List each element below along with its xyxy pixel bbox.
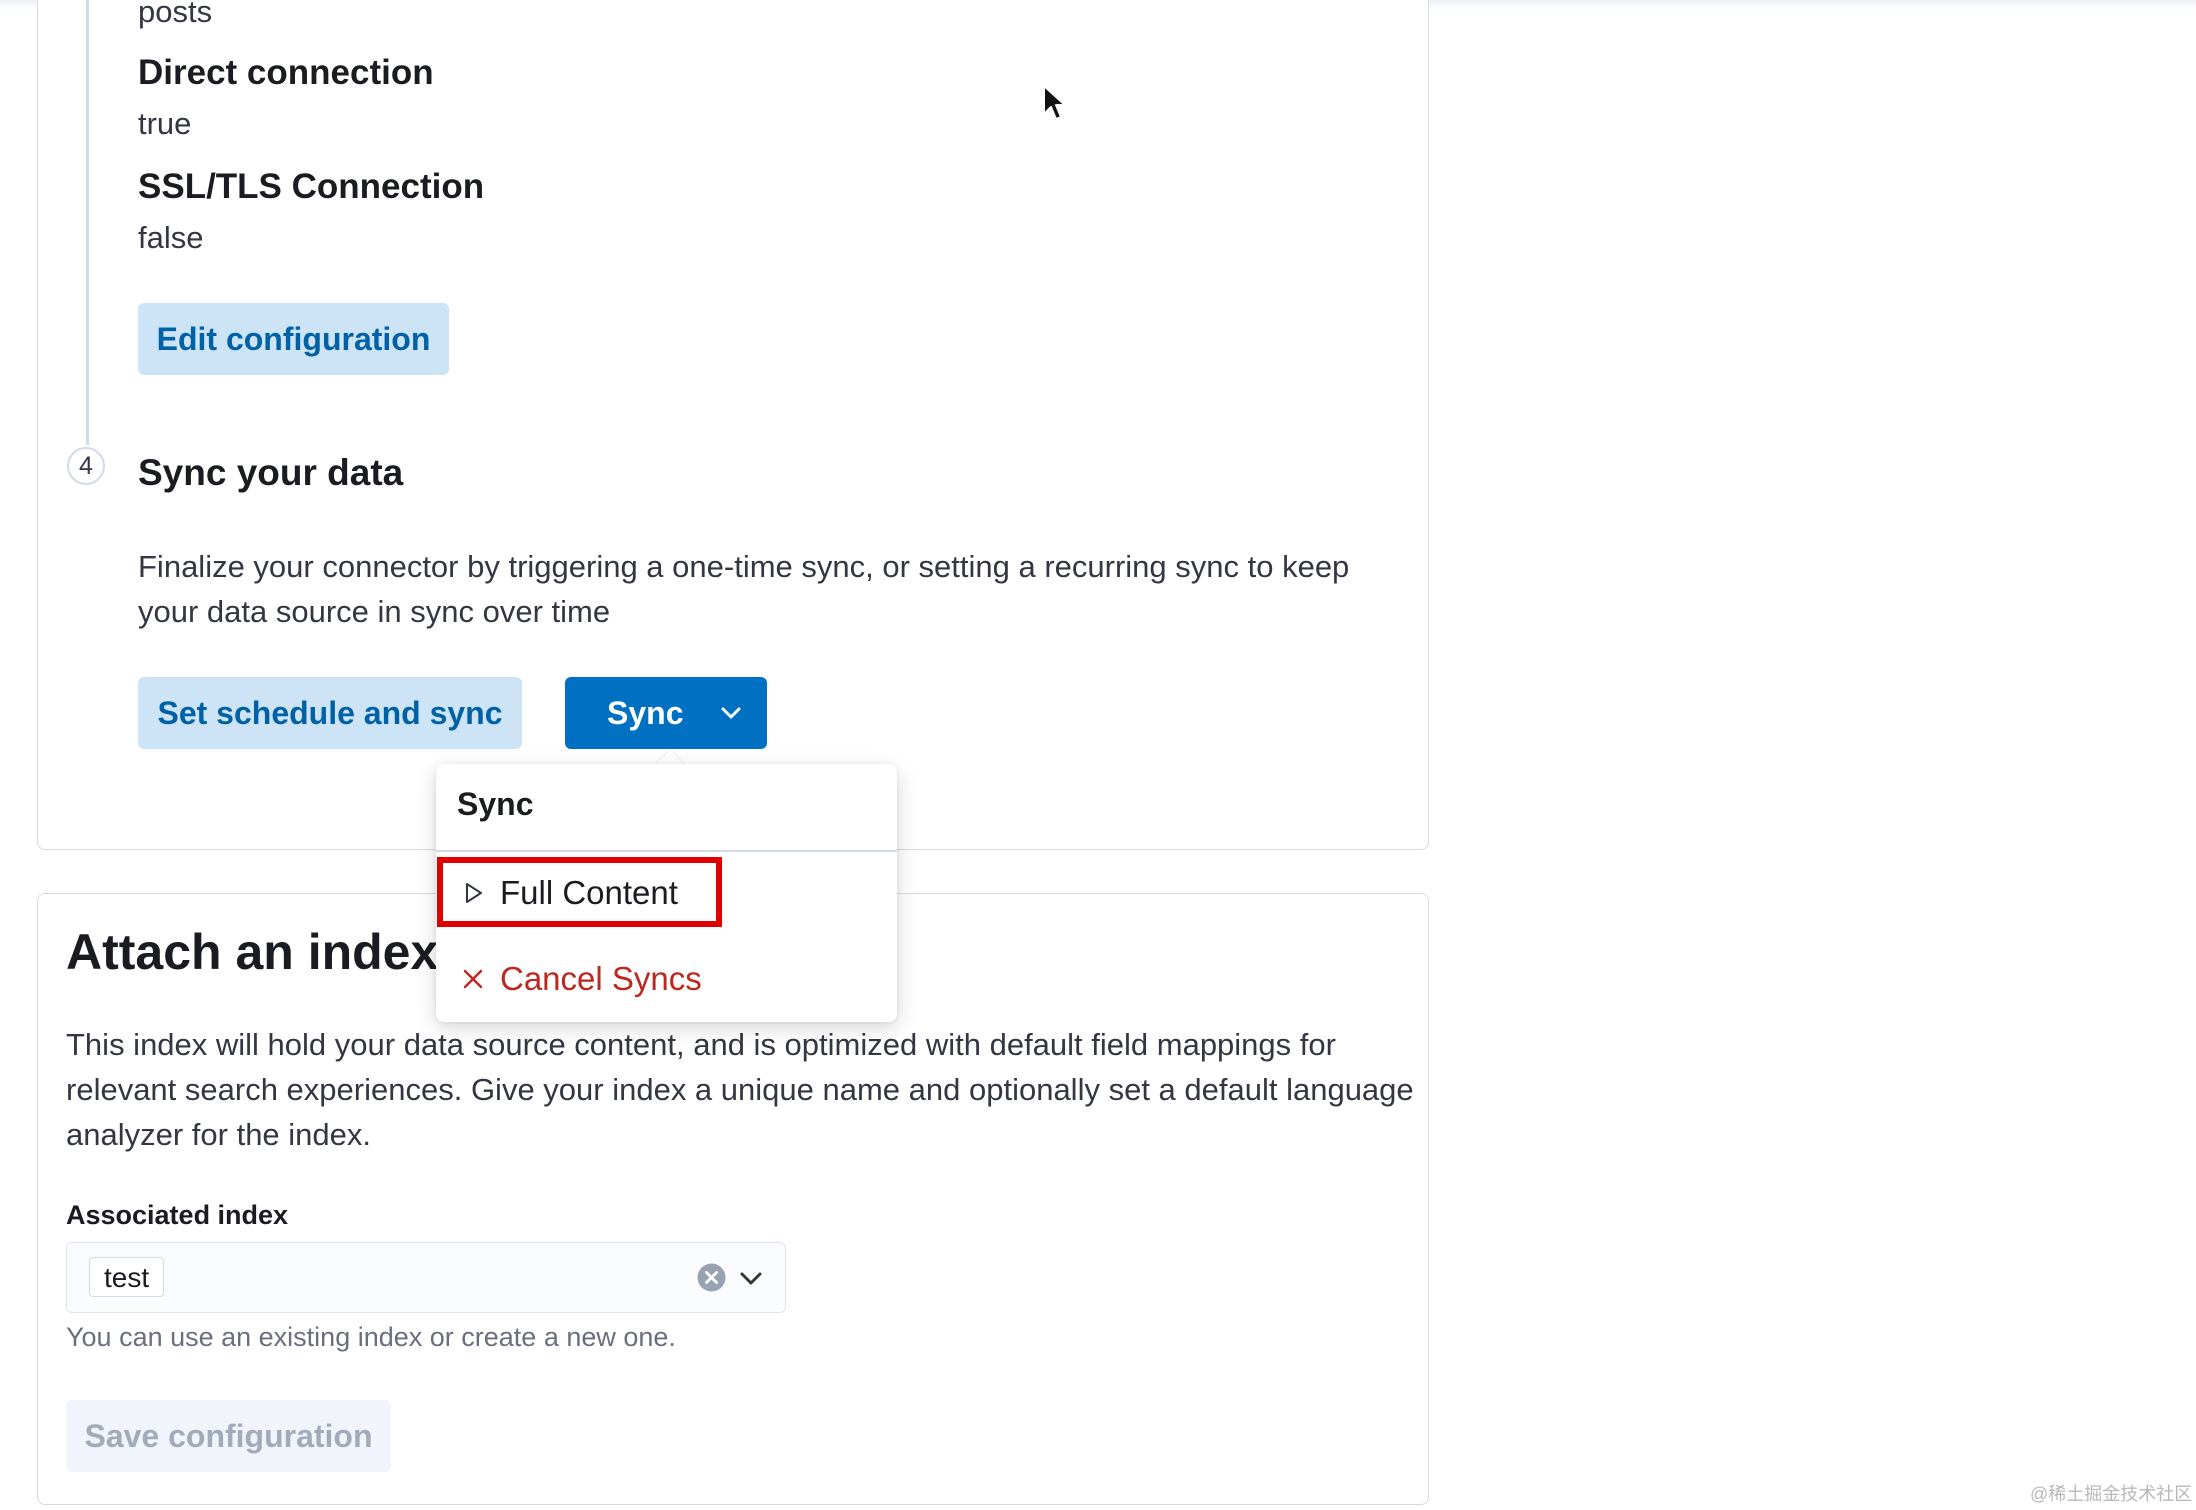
selected-index-pill: test — [89, 1257, 165, 1297]
chevron-down-icon[interactable] — [737, 1264, 765, 1292]
attach-index-description: This index will hold your data source co… — [66, 1027, 1414, 1152]
edit-configuration-button[interactable]: Edit configuration — [138, 303, 449, 375]
full-content-menu-item[interactable]: Full Content — [436, 857, 897, 929]
watermark: @稀土掘金技术社区 — [2030, 1484, 2193, 1504]
step-number-badge: 4 — [67, 447, 105, 485]
cross-icon — [463, 969, 483, 989]
set-schedule-and-sync-button[interactable]: Set schedule and sync — [138, 677, 522, 749]
sync-button-label: Sync — [607, 695, 684, 731]
config-value-partial: posts — [138, 0, 213, 29]
mouse-cursor-icon — [1043, 85, 1066, 120]
attach-index-title: Attach an index — [66, 924, 439, 980]
page: posts Direct connection true SSL/TLS Con… — [0, 0, 2196, 1510]
ssl-connection-label: SSL/TLS Connection — [138, 167, 485, 206]
direct-connection-value: true — [138, 106, 192, 141]
direct-connection-label: Direct connection — [138, 53, 434, 92]
full-content-label: Full Content — [500, 874, 678, 911]
associated-index-combobox[interactable]: test — [66, 1242, 786, 1313]
save-configuration-button[interactable]: Save configuration — [66, 1400, 391, 1472]
cancel-syncs-label: Cancel Syncs — [500, 960, 702, 997]
associated-index-label: Associated index — [66, 1200, 289, 1230]
cancel-syncs-menu-item[interactable]: Cancel Syncs — [436, 943, 897, 1015]
sync-step-description: Finalize your connector by triggering a … — [138, 549, 1350, 629]
sync-popover-title: Sync — [457, 786, 534, 822]
sync-button[interactable]: Sync — [565, 677, 767, 749]
ssl-connection-value: false — [138, 220, 204, 255]
popover-divider — [436, 850, 897, 852]
steps-rail — [86, 0, 89, 445]
chevron-down-icon[interactable] — [717, 699, 745, 727]
sync-step-title: Sync your data — [138, 452, 404, 493]
clear-icon[interactable] — [696, 1262, 727, 1293]
associated-index-help-text: You can use an existing index or create … — [66, 1322, 676, 1352]
popover-arrow — [655, 750, 685, 765]
play-icon — [466, 883, 482, 903]
